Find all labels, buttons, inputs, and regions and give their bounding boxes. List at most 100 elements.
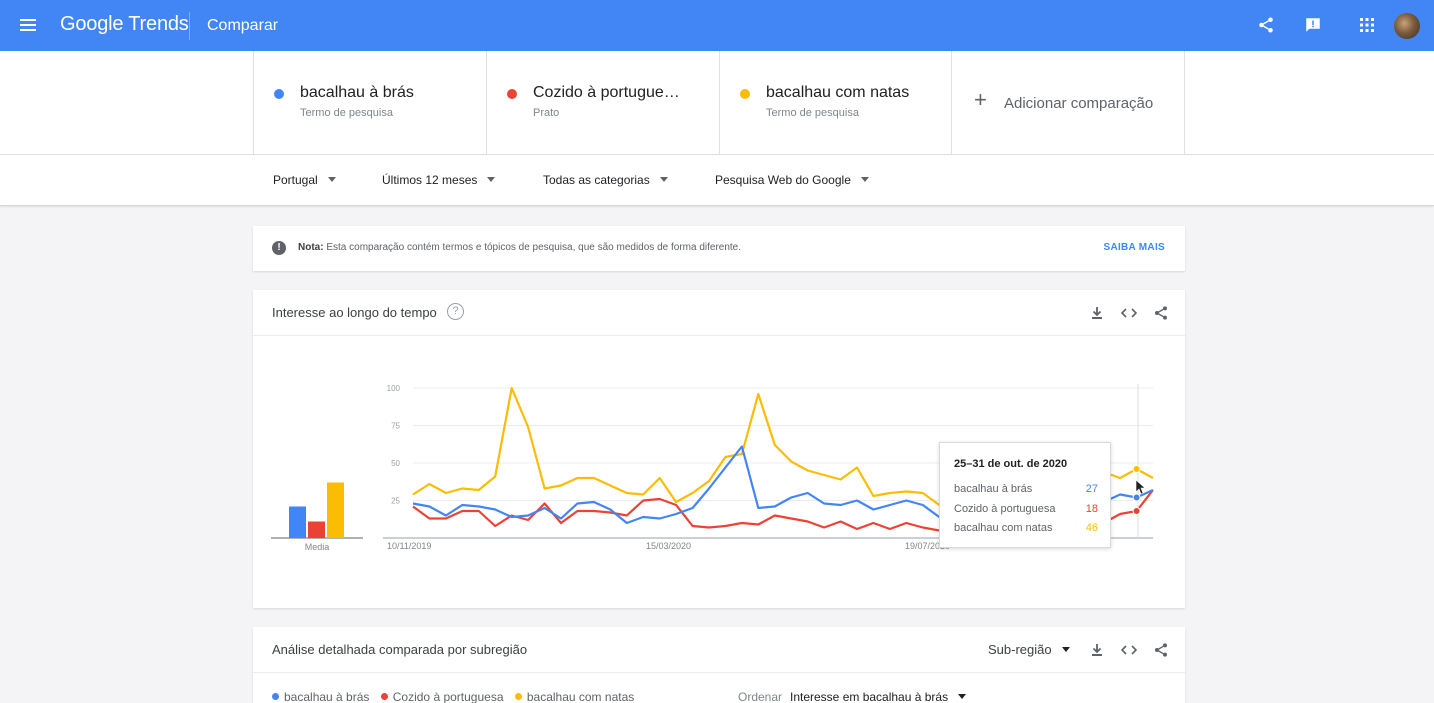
- legend-dot: [514, 693, 522, 701]
- share-icon[interactable]: [1255, 14, 1277, 36]
- legend-dot: [272, 693, 279, 701]
- average-bar: [327, 482, 344, 538]
- y-tick-label: 50: [391, 459, 400, 468]
- subregion-select[interactable]: Sub-região: [988, 642, 1070, 657]
- y-tick-label: 25: [391, 497, 400, 506]
- apps-grid-icon[interactable]: [1356, 14, 1378, 36]
- interest-over-time-card: Interesse ao longo do tempo ? Media 100 7…: [253, 290, 1185, 608]
- google-trends-logo[interactable]: Google Trends: [60, 13, 189, 36]
- dropdown-caret-icon: [487, 177, 496, 183]
- x-tick-label: 10/11/2019: [387, 541, 431, 551]
- embed-code-icon[interactable]: [1119, 640, 1139, 660]
- tooltip-row: bacalhau à brás 27: [954, 483, 1098, 495]
- x-tick-label: 15/03/2020: [646, 541, 691, 551]
- period-filter-label: Últimos 12 meses: [382, 173, 478, 187]
- term-card-1[interactable]: bacalhau à brás Termo de pesquisa: [253, 51, 486, 155]
- legend-dot: [380, 693, 388, 701]
- note-body: Esta comparação contém termos e tópicos …: [326, 242, 742, 253]
- card-title: Análise detalhada comparada por subregiã…: [272, 642, 528, 657]
- y-tick-label: 100: [387, 384, 401, 393]
- logo-divider: [189, 12, 190, 40]
- tooltip-row-label: Cozido à portuguesa: [954, 503, 1056, 515]
- term-card-2[interactable]: Cozido à portugue… Prato: [486, 51, 719, 155]
- feedback-icon[interactable]: [1302, 14, 1324, 36]
- avatar[interactable]: [1394, 13, 1420, 39]
- tooltip-row: bacalhau com natas 46: [954, 522, 1098, 534]
- tooltip-row-label: bacalhau à brás: [954, 483, 1033, 495]
- average-bar: [308, 521, 325, 538]
- series-color-dot: [274, 89, 284, 99]
- plus-icon: +: [974, 87, 987, 112]
- note-card: ! Nota: Esta comparação contém termos e …: [253, 226, 1185, 271]
- legend-label: bacalhau com natas: [526, 690, 635, 703]
- term-name: bacalhau à brás: [300, 84, 414, 101]
- term-type: Prato: [533, 107, 560, 119]
- info-icon: !: [272, 241, 286, 255]
- series-color-dot: [507, 89, 517, 99]
- category-filter-label: Todas as categorias: [543, 173, 650, 187]
- dropdown-caret-icon: [1061, 647, 1070, 653]
- legend-item: bacalhau à brás: [272, 690, 369, 703]
- learn-more-link[interactable]: SAIBA MAIS: [1103, 242, 1165, 253]
- tooltip-row-value: 18: [1085, 503, 1098, 515]
- filters-bar: Portugal Últimos 12 meses Todas as categ…: [0, 155, 1434, 206]
- subregion-legend: bacalhau à brás Cozido à portuguesa baca…: [272, 690, 642, 703]
- average-bar: [289, 506, 306, 538]
- mouse-cursor-icon: [1135, 479, 1146, 495]
- share-icon[interactable]: [1151, 640, 1171, 660]
- share-icon[interactable]: [1151, 303, 1171, 323]
- dropdown-caret-icon: [958, 694, 967, 700]
- card-header: Análise detalhada comparada por subregiã…: [253, 627, 1185, 673]
- page-title: Comparar: [207, 17, 279, 34]
- add-comparison-button[interactable]: + Adicionar comparação: [951, 51, 1185, 155]
- menu-icon[interactable]: [18, 16, 38, 36]
- subregion-breakdown-card: Análise detalhada comparada por subregiã…: [253, 627, 1185, 703]
- average-label: Media: [305, 542, 330, 552]
- term-name: Cozido à portugue…: [533, 84, 680, 101]
- search-type-filter-label: Pesquisa Web do Google: [715, 173, 851, 187]
- card-title: Interesse ao longo do tempo: [272, 305, 437, 320]
- comparison-terms-bar: bacalhau à brás Termo de pesquisa Cozido…: [0, 51, 1434, 155]
- series-color-dot: [740, 89, 750, 99]
- legend-item: bacalhau com natas: [514, 690, 635, 703]
- note-text: Nota: Esta comparação contém termos e tó…: [298, 242, 741, 253]
- subregion-select-label: Sub-região: [988, 642, 1052, 657]
- chart-tooltip: 25–31 de out. de 2020 bacalhau à brás 27 …: [939, 442, 1111, 548]
- sort-label: Ordenar: [738, 690, 783, 703]
- x-axis-labels: 10/11/2019 15/03/2020 19/07/2020: [387, 541, 950, 551]
- category-filter[interactable]: Todas as categorias: [543, 173, 668, 187]
- note-label: Nota:: [298, 242, 324, 253]
- embed-code-icon[interactable]: [1119, 303, 1139, 323]
- legend-label: bacalhau à brás: [284, 690, 370, 703]
- top-app-bar: Google Trends Comparar: [0, 0, 1434, 51]
- term-name: bacalhau com natas: [766, 84, 910, 101]
- region-filter[interactable]: Portugal: [273, 173, 336, 187]
- period-filter[interactable]: Últimos 12 meses: [382, 173, 496, 187]
- tooltip-title: 25–31 de out. de 2020: [954, 458, 1068, 470]
- sort-select[interactable]: Interesse em bacalhau à brás: [790, 690, 967, 703]
- term-type: Termo de pesquisa: [766, 107, 859, 119]
- y-tick-label: 75: [391, 422, 400, 431]
- dropdown-caret-icon: [860, 177, 869, 183]
- region-filter-label: Portugal: [273, 173, 318, 187]
- tooltip-row-value: 46: [1085, 522, 1098, 534]
- tooltip-row-value: 27: [1085, 483, 1098, 495]
- legend-label: Cozido à portuguesa: [392, 690, 504, 703]
- tooltip-row-label: bacalhau com natas: [954, 522, 1053, 534]
- tooltip-row: Cozido à portuguesa 18: [954, 503, 1098, 515]
- average-bars: [271, 482, 363, 539]
- download-icon[interactable]: [1087, 640, 1107, 660]
- sort-select-label: Interesse em bacalhau à brás: [790, 690, 949, 703]
- legend-item: Cozido à portuguesa: [380, 690, 504, 703]
- term-card-3[interactable]: bacalhau com natas Termo de pesquisa: [719, 51, 951, 155]
- hover-point: [1132, 465, 1141, 473]
- term-type: Termo de pesquisa: [300, 107, 393, 119]
- download-icon[interactable]: [1087, 303, 1107, 323]
- card-header: Interesse ao longo do tempo ?: [253, 290, 1185, 336]
- search-type-filter[interactable]: Pesquisa Web do Google: [715, 173, 869, 187]
- dropdown-caret-icon: [327, 177, 336, 183]
- hover-point: [1132, 507, 1141, 515]
- help-icon[interactable]: ?: [447, 303, 464, 320]
- dropdown-caret-icon: [659, 177, 668, 183]
- hover-point: [1132, 493, 1141, 502]
